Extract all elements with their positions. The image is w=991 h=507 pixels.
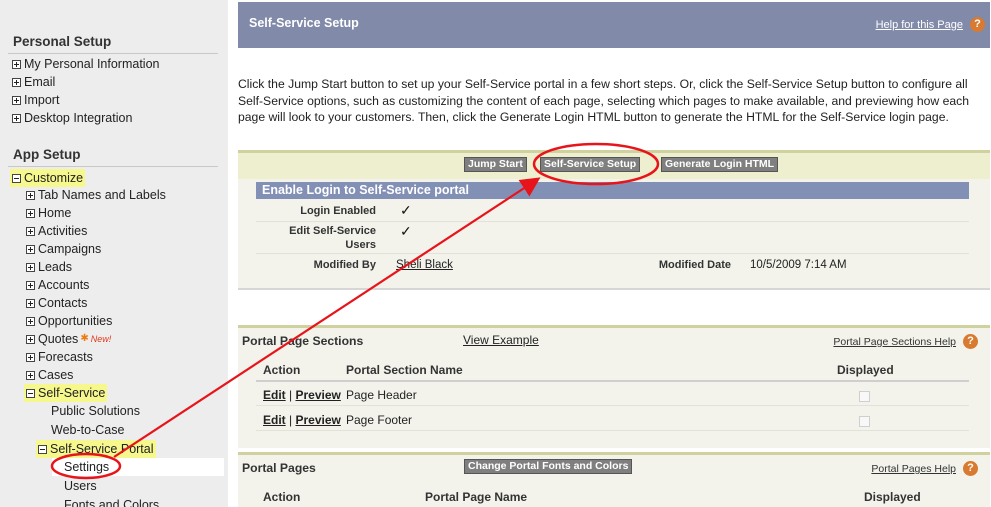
sidebar-item-accounts[interactable]: Accounts [26, 276, 89, 294]
table-row-actions: Edit | Preview [263, 413, 341, 427]
setup-sidebar: Personal Setup My Personal Information E… [0, 0, 228, 507]
sidebar-item-tab-names-and-labels[interactable]: Tab Names and Labels [26, 186, 166, 204]
preview-link[interactable]: Preview [295, 388, 340, 402]
portal-pages-panel: Portal Pages Change Portal Fonts and Col… [238, 452, 990, 507]
login-enabled-label: Login Enabled [300, 205, 376, 217]
expand-icon[interactable] [12, 113, 21, 123]
expand-icon[interactable] [26, 370, 35, 380]
modified-by-label: Modified By [313, 259, 376, 271]
personal-setup-heading: Personal Setup [13, 34, 112, 49]
portal-pages-title: Portal Pages [242, 461, 316, 475]
sidebar-item-users[interactable]: Users [64, 477, 97, 495]
collapse-icon[interactable] [38, 444, 47, 454]
column-header-action: Action [263, 363, 301, 377]
help-for-this-page-link[interactable]: Help for this Page [876, 19, 963, 31]
expand-icon[interactable] [26, 208, 35, 218]
displayed-checkbox[interactable] [859, 391, 870, 402]
sidebar-item-my-personal-information[interactable]: My Personal Information [12, 55, 159, 73]
sidebar-item-opportunities[interactable]: Opportunities [26, 312, 112, 330]
column-header-displayed: Displayed [837, 363, 894, 377]
sidebar-item-settings[interactable]: Settings [64, 458, 109, 476]
help-icon[interactable]: ? [963, 461, 978, 476]
displayed-checkbox[interactable] [859, 416, 870, 427]
edit-users-label-line2: Users [345, 239, 376, 251]
sidebar-item-import[interactable]: Import [12, 91, 59, 109]
change-portal-fonts-and-colors-button[interactable]: Change Portal Fonts and Colors [464, 459, 633, 474]
table-row-actions: Edit | Preview [263, 388, 341, 402]
app-setup-heading: App Setup [13, 147, 81, 162]
button-bar: Jump Start Self-Service Setup Generate L… [238, 153, 990, 179]
view-example-link[interactable]: View Example [463, 333, 539, 347]
modified-date-label: Modified Date [658, 259, 731, 271]
self-service-setup-panel: Jump Start Self-Service Setup Generate L… [238, 150, 990, 290]
edit-users-check-icon: ✓ [400, 223, 412, 239]
help-icon[interactable]: ? [970, 17, 985, 32]
sidebar-item-activities[interactable]: Activities [26, 222, 87, 240]
login-enabled-check-icon: ✓ [400, 202, 412, 218]
column-header-displayed: Displayed [864, 490, 921, 504]
sidebar-item-web-to-case[interactable]: Web-to-Case [51, 421, 124, 439]
sidebar-item-contacts[interactable]: Contacts [26, 294, 87, 312]
modified-by-user-link[interactable]: Sheli Black [396, 259, 453, 271]
expand-icon[interactable] [26, 352, 35, 362]
divider [256, 405, 969, 406]
column-header-portal-page-name: Portal Page Name [425, 490, 528, 504]
column-header-portal-section-name: Portal Section Name [346, 363, 463, 377]
portal-page-sections-title: Portal Page Sections [242, 334, 364, 348]
divider [8, 166, 218, 167]
expand-icon[interactable] [26, 334, 35, 344]
sidebar-item-desktop-integration[interactable]: Desktop Integration [12, 109, 132, 127]
generate-login-html-button[interactable]: Generate Login HTML [661, 157, 779, 172]
sidebar-item-email[interactable]: Email [12, 73, 55, 91]
page-title: Self-Service Setup [249, 16, 359, 30]
expand-icon[interactable] [26, 316, 35, 326]
sidebar-item-home[interactable]: Home [26, 204, 71, 222]
expand-icon[interactable] [26, 262, 35, 272]
divider [8, 53, 218, 54]
portal-pages-help-link[interactable]: Portal Pages Help [871, 463, 956, 475]
expand-icon[interactable] [26, 298, 35, 308]
sidebar-item-quotes[interactable]: Quotes ✱ New! [26, 330, 111, 348]
expand-icon[interactable] [26, 226, 35, 236]
sidebar-item-campaigns[interactable]: Campaigns [26, 240, 101, 258]
edit-link[interactable]: Edit [263, 388, 286, 402]
section-name-page-header: Page Header [346, 388, 417, 402]
portal-page-sections-panel: Portal Page Sections View Example Portal… [238, 325, 990, 448]
divider [256, 221, 969, 222]
sidebar-item-self-service-portal[interactable]: Self-Service Portal [36, 440, 156, 458]
divider [256, 380, 969, 382]
edit-link[interactable]: Edit [263, 413, 286, 427]
expand-icon[interactable] [12, 95, 21, 105]
modified-date-value: 10/5/2009 7:14 AM [750, 259, 847, 271]
sidebar-item-cases[interactable]: Cases [26, 366, 73, 384]
column-header-action: Action [263, 490, 301, 504]
new-star-icon: ✱ [80, 333, 89, 344]
sidebar-item-fonts-and-colors[interactable]: Fonts and Colors [64, 496, 159, 507]
sidebar-item-forecasts[interactable]: Forecasts [26, 348, 93, 366]
sidebar-item-leads[interactable]: Leads [26, 258, 72, 276]
preview-link[interactable]: Preview [295, 413, 340, 427]
sidebar-item-public-solutions[interactable]: Public Solutions [51, 402, 140, 420]
page-header: Self-Service Setup Help for this Page ? [238, 2, 990, 48]
sidebar-item-self-service[interactable]: Self-Service [24, 384, 108, 402]
jump-start-button[interactable]: Jump Start [464, 157, 527, 172]
section-name-page-footer: Page Footer [346, 413, 413, 427]
expand-icon[interactable] [12, 77, 21, 87]
expand-icon[interactable] [26, 190, 35, 200]
sidebar-item-customize[interactable]: Customize [10, 169, 86, 187]
help-icon[interactable]: ? [963, 334, 978, 349]
collapse-icon[interactable] [26, 388, 35, 398]
expand-icon[interactable] [26, 244, 35, 254]
edit-users-label-line1: Edit Self-Service [289, 225, 376, 237]
expand-icon[interactable] [12, 59, 21, 69]
divider [256, 430, 969, 431]
portal-page-sections-help-link[interactable]: Portal Page Sections Help [833, 336, 956, 348]
self-service-setup-button[interactable]: Self-Service Setup [540, 157, 641, 172]
collapse-icon[interactable] [12, 173, 21, 183]
divider [256, 253, 969, 254]
new-badge: New! [90, 334, 112, 344]
intro-text: Click the Jump Start button to set up yo… [238, 77, 970, 124]
expand-icon[interactable] [26, 280, 35, 290]
enable-login-section-header: Enable Login to Self-Service portal [256, 182, 969, 199]
